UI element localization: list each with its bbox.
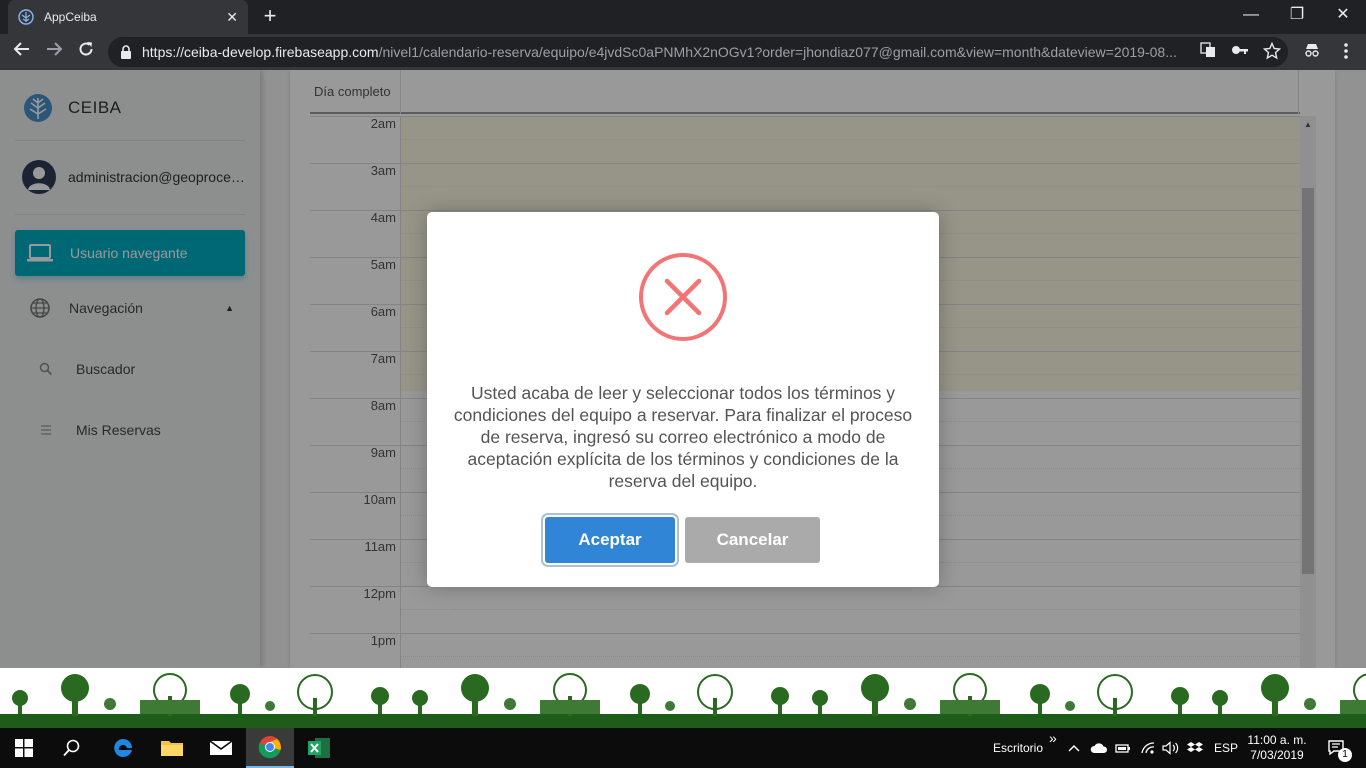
browser-tab[interactable]: AppCeiba ✕ [8, 0, 248, 34]
windows-taskbar: Escritorio » ESP 11:00 a. m. 7/03/2019 1 [0, 728, 1366, 768]
page-content: Día completo 2am 3am 4am 5am 6am 7am 8am… [0, 70, 1366, 668]
notification-count-badge: 1 [1338, 748, 1352, 762]
key-icon[interactable] [1230, 42, 1250, 62]
menu-kebab-icon[interactable] [1336, 42, 1356, 62]
clock[interactable]: 11:00 a. m. 7/03/2019 [1244, 728, 1310, 768]
window-minimize-button[interactable]: — [1228, 0, 1274, 30]
error-x-icon [639, 253, 727, 341]
search-icon [63, 739, 80, 757]
tab-close-icon[interactable]: ✕ [226, 9, 238, 26]
url-host: https://ceiba-develop.firebaseapp.com [142, 44, 379, 60]
ceiba-favicon-icon [18, 9, 34, 25]
folder-icon [161, 741, 183, 756]
action-center-button[interactable]: 1 [1322, 728, 1352, 768]
reload-icon[interactable] [74, 40, 98, 64]
desktop-wallpaper [0, 668, 1366, 728]
clock-time: 11:00 a. m. [1247, 733, 1307, 747]
taskbar-chrome[interactable] [246, 728, 294, 768]
tab-title: AppCeiba [44, 10, 97, 24]
cancel-button[interactable]: Cancelar [685, 517, 820, 563]
bookmark-star-icon[interactable] [1262, 41, 1282, 62]
clock-date: 7/03/2019 [1250, 748, 1304, 762]
new-tab-button[interactable]: + [258, 4, 282, 28]
lock-icon [121, 45, 131, 59]
desktop-toolbar-label[interactable]: Escritorio [993, 728, 1043, 768]
mail-icon [209, 740, 233, 755]
volume-icon[interactable] [1162, 728, 1180, 768]
dropbox-icon[interactable] [1187, 728, 1203, 768]
modal-message: Usted acaba de leer y seleccionar todos … [453, 383, 913, 491]
wifi-icon[interactable] [1140, 728, 1156, 768]
windows-logo-icon [15, 739, 33, 757]
language-indicator[interactable]: ESP [1214, 728, 1238, 768]
taskbar-edge[interactable] [99, 728, 147, 768]
taskbar-excel[interactable] [295, 728, 343, 768]
chrome-icon [258, 736, 281, 759]
back-arrow-icon[interactable] [10, 40, 34, 64]
taskbar-file-explorer[interactable] [148, 728, 196, 768]
tray-chevron-up-icon[interactable] [1068, 728, 1080, 768]
window-restore-button[interactable]: ❐ [1274, 0, 1320, 30]
battery-icon[interactable] [1115, 728, 1131, 768]
translate-icon[interactable] [1198, 42, 1218, 62]
edge-icon [114, 739, 132, 757]
taskbar-search-button[interactable] [48, 728, 96, 768]
excel-icon [308, 738, 330, 758]
browser-toolbar: https://ceiba-develop.firebaseapp.com/ni… [0, 34, 1366, 70]
taskbar-mail[interactable] [197, 728, 245, 768]
forward-arrow-icon[interactable] [42, 40, 66, 64]
accept-button[interactable]: Aceptar [545, 517, 675, 563]
window-close-button[interactable]: ✕ [1320, 0, 1366, 30]
browser-tab-strip: AppCeiba ✕ + — ❐ ✕ [0, 0, 1366, 34]
toolbar-chevron-icon[interactable]: » [1049, 718, 1057, 758]
forest-silhouette-icon [0, 673, 1366, 728]
url-path: /nivel1/calendario-reserva/equipo/e4jvdS… [378, 44, 1177, 60]
confirmation-modal: Usted acaba de leer y seleccionar todos … [427, 212, 939, 587]
start-button[interactable] [0, 728, 48, 768]
incognito-icon[interactable] [1302, 42, 1322, 62]
onedrive-cloud-icon[interactable] [1090, 728, 1108, 768]
address-bar[interactable]: https://ceiba-develop.firebaseapp.com/ni… [108, 37, 1288, 67]
